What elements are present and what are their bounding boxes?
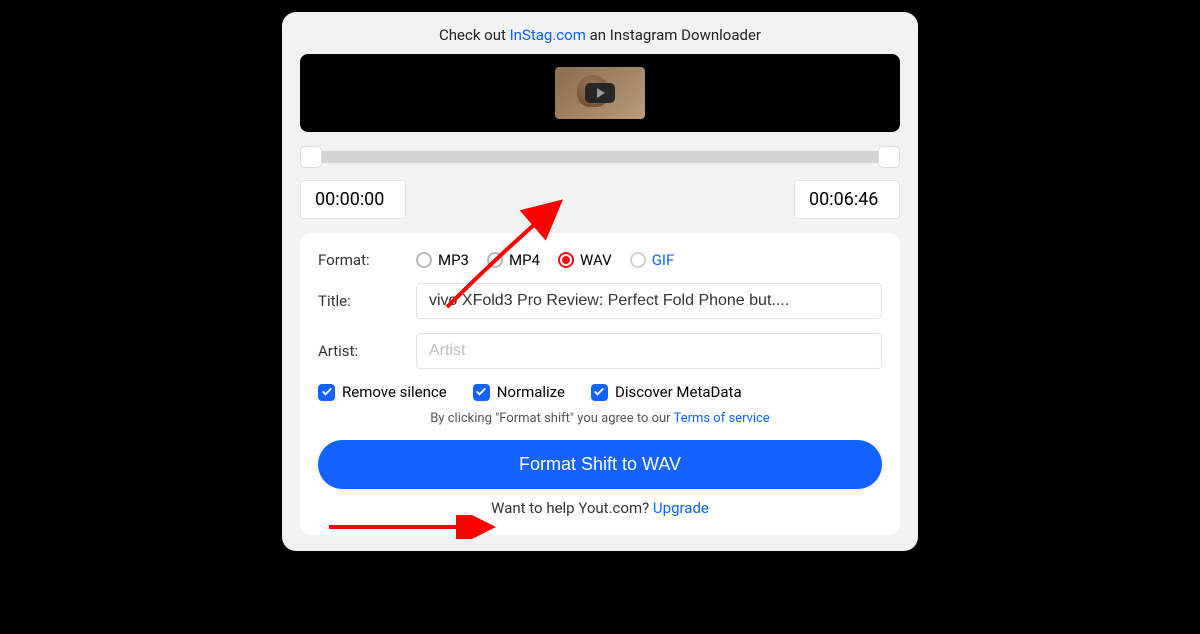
options-panel: Format: MP3 MP4 WAV GIF: [300, 233, 900, 535]
format-radio-wav[interactable]: WAV: [558, 251, 612, 269]
title-label: Title:: [318, 292, 416, 310]
checkbox-icon: [591, 384, 608, 401]
promo-suffix: an Instagram Downloader: [586, 26, 761, 44]
start-time-input[interactable]: 00:00:00: [300, 180, 406, 219]
slider-handle-start[interactable]: [300, 146, 322, 168]
promo-banner: Check out InStag.com an Instagram Downlo…: [300, 26, 900, 44]
check-label: Normalize: [497, 383, 565, 401]
check-label: Discover MetaData: [615, 383, 742, 401]
terms-text: By clicking "Format shift" you agree to …: [318, 411, 882, 426]
radio-label: WAV: [580, 251, 612, 269]
check-label: Remove silence: [342, 383, 447, 401]
play-icon: [585, 83, 615, 103]
checkbox-icon: [473, 384, 490, 401]
format-radio-mp4[interactable]: MP4: [487, 251, 540, 269]
upgrade-link[interactable]: Upgrade: [653, 499, 709, 517]
upgrade-text: Want to help Yout.com? Upgrade: [318, 499, 882, 517]
check-remove-silence[interactable]: Remove silence: [318, 383, 447, 401]
radio-icon: [558, 252, 574, 268]
format-label: Format:: [318, 251, 416, 269]
title-input[interactable]: [416, 283, 882, 319]
artist-input[interactable]: [416, 333, 882, 369]
check-normalize[interactable]: Normalize: [473, 383, 565, 401]
radio-label: GIF: [652, 251, 675, 269]
slider-handle-end[interactable]: [878, 146, 900, 168]
video-thumbnail: [555, 67, 645, 119]
upgrade-prefix: Want to help Yout.com?: [491, 499, 653, 517]
terms-link[interactable]: Terms of service: [674, 411, 770, 426]
trim-slider[interactable]: [300, 144, 900, 170]
radio-icon: [487, 252, 503, 268]
terms-prefix: By clicking "Format shift" you agree to …: [430, 411, 673, 426]
format-shift-button[interactable]: Format Shift to WAV: [318, 440, 882, 489]
radio-label: MP4: [509, 251, 540, 269]
video-preview[interactable]: [300, 54, 900, 132]
format-radio-mp3[interactable]: MP3: [416, 251, 469, 269]
radio-label: MP3: [438, 251, 469, 269]
artist-label: Artist:: [318, 342, 416, 360]
checkbox-icon: [318, 384, 335, 401]
end-time-input[interactable]: 00:06:46: [794, 180, 900, 219]
promo-link[interactable]: InStag.com: [510, 26, 586, 44]
radio-icon: [630, 252, 646, 268]
promo-prefix: Check out: [439, 26, 510, 44]
radio-icon: [416, 252, 432, 268]
format-radio-gif[interactable]: GIF: [630, 251, 675, 269]
check-discover-meta[interactable]: Discover MetaData: [591, 383, 742, 401]
downloader-card: Check out InStag.com an Instagram Downlo…: [282, 12, 918, 551]
slider-track: [300, 151, 900, 163]
